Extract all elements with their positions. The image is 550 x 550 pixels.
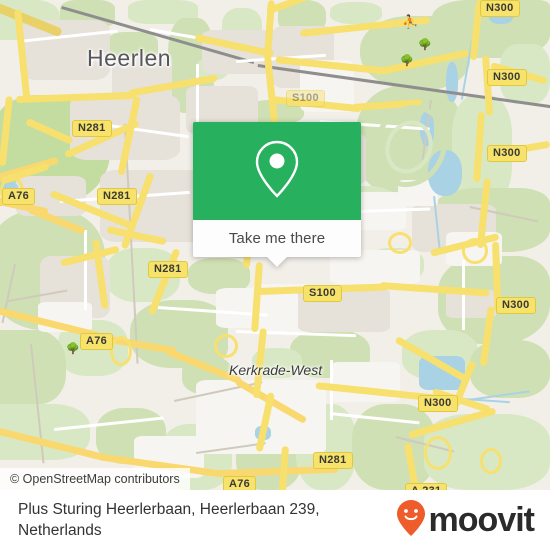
attribution-text: © OpenStreetMap contributors xyxy=(10,472,180,486)
moovit-logo[interactable]: moovit xyxy=(396,499,535,542)
location-title: Plus Sturing Heerlerbaan, Heerlerbaan 23… xyxy=(18,501,320,539)
location-popup-card[interactable]: Take me there xyxy=(193,122,361,267)
road-shield-n300-a: N300 xyxy=(480,0,520,17)
road-shield-a76-c: A76 xyxy=(223,476,257,490)
popup-header xyxy=(193,122,361,220)
road-shield-n300-b: N300 xyxy=(487,69,527,86)
popup-footer[interactable]: Take me there xyxy=(193,220,361,267)
moovit-wordmark: moovit xyxy=(428,501,535,539)
road-shield-a76-b: A76 xyxy=(80,333,114,350)
road-shield-s100-b: S100 xyxy=(303,285,342,302)
road-shield-n281-a: N281 xyxy=(72,120,112,137)
take-me-there-label[interactable]: Take me there xyxy=(229,230,325,247)
road-shield-n281-d: N281 xyxy=(313,452,353,469)
popup-tail-pointer xyxy=(266,256,288,267)
road-shield-n281-c: N281 xyxy=(148,261,188,278)
road-shield-n300-e: N300 xyxy=(418,395,458,412)
page-footer: Plus Sturing Heerlerbaan, Heerlerbaan 23… xyxy=(0,490,550,550)
moovit-pin-smile-icon xyxy=(396,499,426,542)
road-shield-n300-d: N300 xyxy=(496,297,536,314)
road-shield-s100-a: S100 xyxy=(286,90,325,107)
map-pin-icon xyxy=(251,138,303,205)
road-shield-a76-a: A76 xyxy=(2,188,36,205)
road-shield-n300-c: N300 xyxy=(487,145,527,162)
road-shield-a231: A 231 xyxy=(405,483,448,490)
map-attribution: © OpenStreetMap contributors xyxy=(0,468,190,490)
road-shield-n281-b: N281 xyxy=(97,188,137,205)
map-screenshot: ⛹ 🌳 🌳 🌳 Heerlen Kerkrade-West N300 N300 … xyxy=(0,0,550,550)
